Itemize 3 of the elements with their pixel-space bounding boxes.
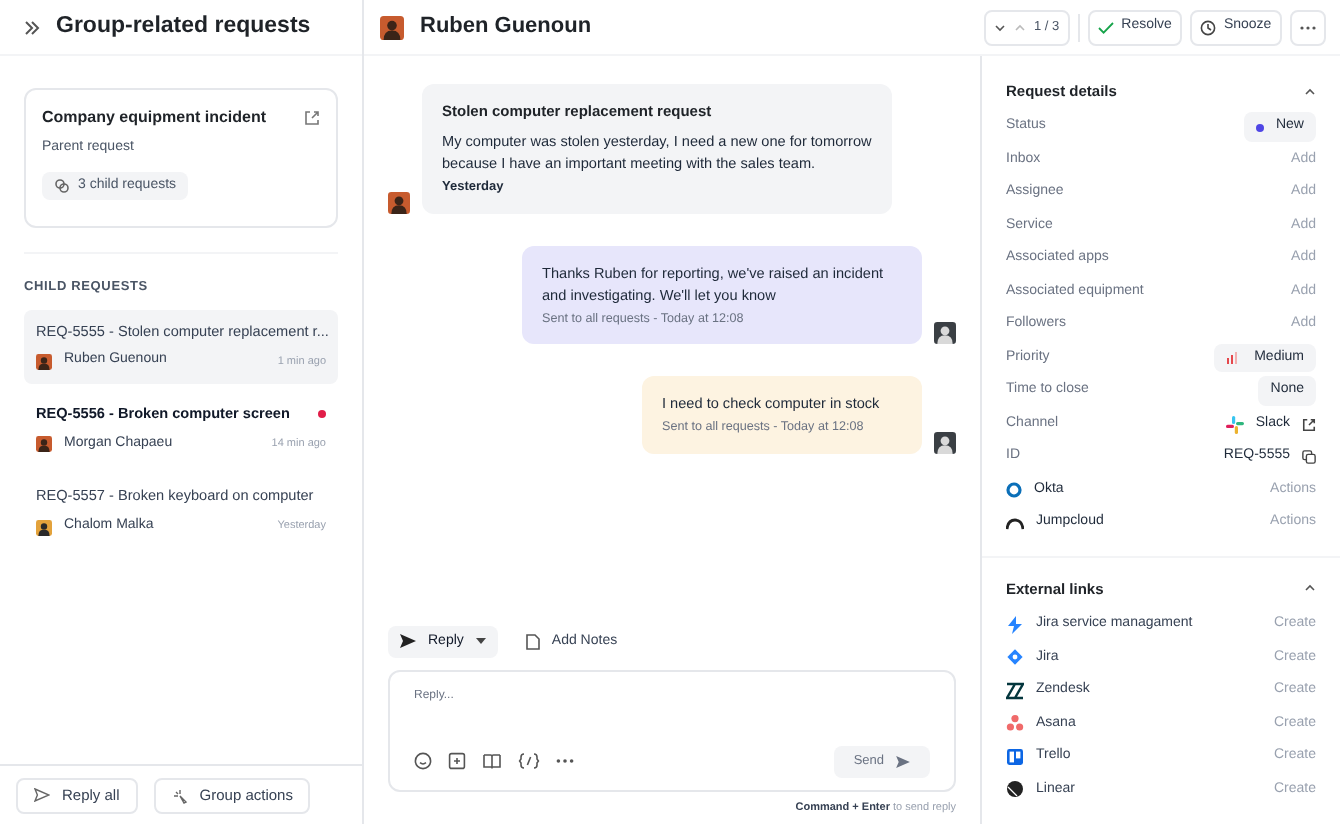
panel-title: Group-related requests — [56, 11, 311, 42]
parent-request-title[interactable]: Company equipment incident — [42, 106, 267, 130]
contact-name: Ruben Guenoun — [420, 12, 592, 43]
